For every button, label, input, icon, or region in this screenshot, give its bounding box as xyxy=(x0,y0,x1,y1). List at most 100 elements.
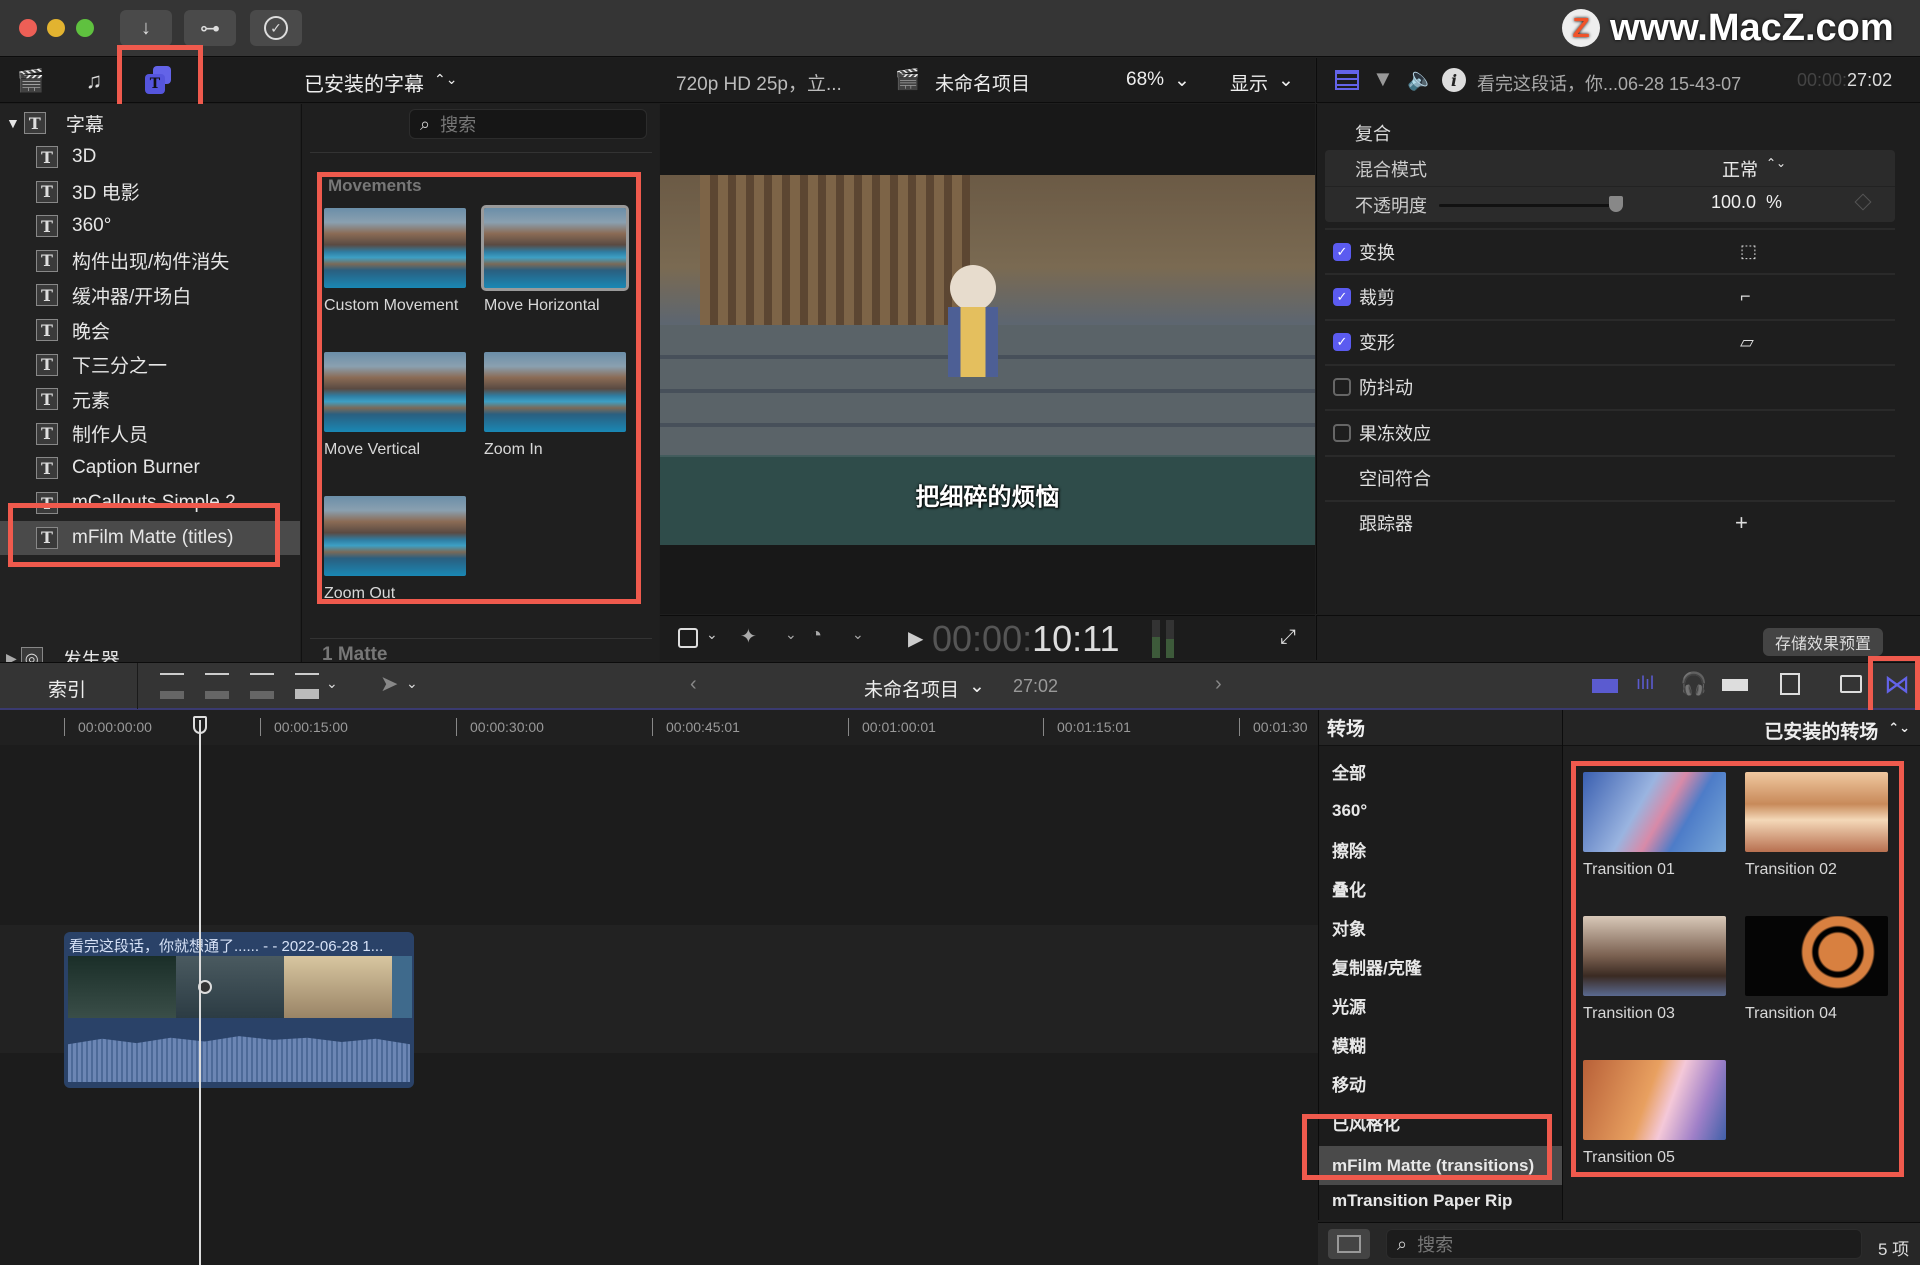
transition-category[interactable]: 移动 xyxy=(1319,1064,1563,1103)
browser-search-field[interactable]: ⌕ 搜索 xyxy=(409,109,647,139)
transition-thumbnail[interactable] xyxy=(1745,916,1888,996)
transition-category[interactable]: 光源 xyxy=(1319,986,1563,1025)
transition-category[interactable]: mFilm Matte (transitions) xyxy=(1319,1146,1563,1185)
transition-category[interactable]: 模糊 xyxy=(1319,1025,1563,1064)
clip-appearance-icon[interactable] xyxy=(1592,679,1618,693)
transition-thumbnail[interactable] xyxy=(1745,772,1888,852)
checkbox-unchecked[interactable] xyxy=(1333,423,1351,442)
info-inspector-tab[interactable]: i xyxy=(1442,68,1466,92)
play-button[interactable]: ▶ xyxy=(908,626,923,651)
sidebar-item[interactable]: T 3D 电影 xyxy=(0,175,300,209)
chevron-down-icon[interactable]: ⌄ xyxy=(326,675,338,692)
transitions-installed-dropdown[interactable]: 已安装的转场 ⌃⌄ xyxy=(1764,717,1910,744)
sidebar-item[interactable]: TmCallouts Simple 2 xyxy=(0,486,300,520)
transition-category[interactable]: 全部 xyxy=(1319,752,1563,791)
sidebar-item[interactable]: T Caption Burner xyxy=(0,451,300,485)
keywords-button[interactable]: ⊶ xyxy=(184,10,236,46)
video-frame[interactable]: 把细碎的烦恼 xyxy=(660,175,1315,545)
magic-wand-icon[interactable]: ✦ xyxy=(740,624,757,649)
transition-thumbnail[interactable] xyxy=(1583,916,1726,996)
photos-audio-tab[interactable]: ♫ xyxy=(78,66,110,96)
sidebar-item[interactable]: T 360° xyxy=(0,209,300,243)
import-button[interactable]: ↓ xyxy=(120,10,172,46)
select-tool-arrow-icon[interactable]: ➤ xyxy=(380,671,398,697)
timeline-ruler[interactable]: 00:00:00:00 00:00:15:00 00:00:30:00 00:00:4… xyxy=(0,710,1318,745)
title-thumbnail[interactable] xyxy=(481,205,629,291)
checkbox-checked[interactable]: ✓ xyxy=(1333,287,1351,306)
sidebar-item[interactable]: T 缓冲器/开场白 xyxy=(0,278,300,312)
history-forward-button[interactable]: › xyxy=(1215,673,1222,696)
sidebar-item[interactable]: TmFilm Matte (titles) xyxy=(0,520,300,555)
checkbox-checked[interactable]: ✓ xyxy=(1333,333,1351,352)
append-clip-icon[interactable] xyxy=(250,673,274,699)
opacity-slider-knob[interactable] xyxy=(1609,196,1623,212)
close-window-button[interactable] xyxy=(19,19,37,37)
insert-clip-icon[interactable] xyxy=(205,673,229,699)
add-tracker-button[interactable]: + xyxy=(1735,510,1748,536)
transition-category[interactable]: mTransition Paper Rip xyxy=(1319,1181,1563,1220)
crop-icon[interactable]: ⌐ xyxy=(1740,286,1751,307)
sidebar-item[interactable]: T 构件出现/构件消失 xyxy=(0,244,300,278)
index-button[interactable]: 索引 xyxy=(48,675,86,702)
title-thumbnail[interactable] xyxy=(484,352,626,432)
history-back-button[interactable]: ‹ xyxy=(690,673,697,696)
titles-generators-tab[interactable]: T xyxy=(142,65,174,97)
transition-category[interactable]: 复制器/克隆 xyxy=(1319,947,1563,986)
save-effects-preset-button[interactable]: 存储效果预置 xyxy=(1763,628,1884,656)
chevron-down-icon[interactable]: ⌄ xyxy=(706,626,718,643)
chevron-down-icon[interactable]: ⌄ xyxy=(785,626,797,643)
playhead-line[interactable] xyxy=(199,720,201,1265)
transform-icon[interactable]: ⬚ xyxy=(1740,241,1757,262)
minimize-window-button[interactable] xyxy=(47,19,65,37)
window-overlap-icon[interactable] xyxy=(1840,675,1862,693)
transform-tool-icon[interactable] xyxy=(678,628,698,648)
sidebar-item[interactable]: T 制作人员 xyxy=(0,417,300,451)
chevron-down-icon[interactable]: ⌄ xyxy=(406,675,418,692)
transition-category[interactable]: 对象 xyxy=(1319,908,1563,947)
sidebar-item[interactable]: T 元素 xyxy=(0,382,300,416)
chevron-down-icon[interactable]: ⌄ xyxy=(852,626,864,643)
transition-category[interactable]: 擦除 xyxy=(1319,830,1563,869)
video-inspector-tab[interactable] xyxy=(1335,70,1359,90)
audio-skimming-icon[interactable]: ılıl xyxy=(1636,673,1654,694)
sidebar-item[interactable]: T 晚会 xyxy=(0,313,300,347)
checkbox-checked[interactable]: ✓ xyxy=(1333,242,1351,261)
blend-mode-select[interactable]: 正常 ⌃⌄ xyxy=(1722,156,1786,182)
overwrite-clip-icon[interactable] xyxy=(295,673,319,699)
transition-thumbnail[interactable] xyxy=(1583,772,1726,852)
snapping-icon[interactable] xyxy=(1722,679,1748,691)
libraries-tab[interactable]: 🎬 xyxy=(16,66,46,96)
transitions-search-field[interactable]: ⌕ 搜索 xyxy=(1386,1229,1862,1259)
timeline-clip[interactable]: 看完这段话，你就想通了...... - - 2022-06-28 1... xyxy=(64,932,414,1088)
timeline-area[interactable]: 看完这段话，你就想通了...... - - 2022-06-28 1... xyxy=(0,745,1318,1265)
transition-thumbnail[interactable] xyxy=(1583,1060,1726,1140)
transitions-browser-icon[interactable]: ⋈ xyxy=(1884,669,1910,700)
opacity-value-field[interactable]: 100.0% xyxy=(1711,192,1782,213)
title-thumbnail[interactable] xyxy=(324,352,466,432)
sidebar-item[interactable]: T 下三分之一 xyxy=(0,348,300,382)
speed-gauge-icon[interactable]: ◔ xyxy=(810,624,822,647)
audio-inspector-tab[interactable]: 🔈 xyxy=(1407,66,1434,92)
opacity-slider[interactable] xyxy=(1439,204,1617,207)
transition-category[interactable]: 360° xyxy=(1319,791,1563,830)
zoom-dropdown[interactable]: 68% ⌄ xyxy=(1126,69,1190,92)
effects-browser-icon[interactable] xyxy=(1780,673,1800,695)
sidebar-toggle-button[interactable] xyxy=(1328,1229,1370,1259)
background-tasks-button[interactable]: ✓ xyxy=(250,10,302,46)
transition-category[interactable]: 已风格化 xyxy=(1319,1103,1563,1142)
zoom-window-button[interactable] xyxy=(76,19,94,37)
distort-icon[interactable]: ▱ xyxy=(1740,332,1754,353)
transition-category[interactable]: 叠化 xyxy=(1319,869,1563,908)
title-thumbnail[interactable] xyxy=(324,496,466,576)
connect-clip-icon[interactable] xyxy=(160,673,184,699)
display-dropdown[interactable]: 显示 ⌄ xyxy=(1230,69,1294,96)
sidebar-item[interactable]: T 3D xyxy=(0,140,300,174)
titles-installed-dropdown[interactable]: 已安装的字幕 ⌃⌄ xyxy=(304,68,457,97)
title-thumbnail[interactable] xyxy=(324,208,466,288)
fullscreen-icon[interactable]: ⤢ xyxy=(1280,626,1296,649)
project-dropdown[interactable]: 未命名项目 ⌄ xyxy=(864,675,985,702)
checkbox-unchecked[interactable] xyxy=(1333,378,1351,397)
sidebar-root-titles[interactable]: ▼ T 字幕 xyxy=(0,106,300,140)
color-inspector-tab[interactable]: ▼ xyxy=(1372,66,1394,92)
headphones-icon[interactable]: 🎧 xyxy=(1680,671,1707,697)
